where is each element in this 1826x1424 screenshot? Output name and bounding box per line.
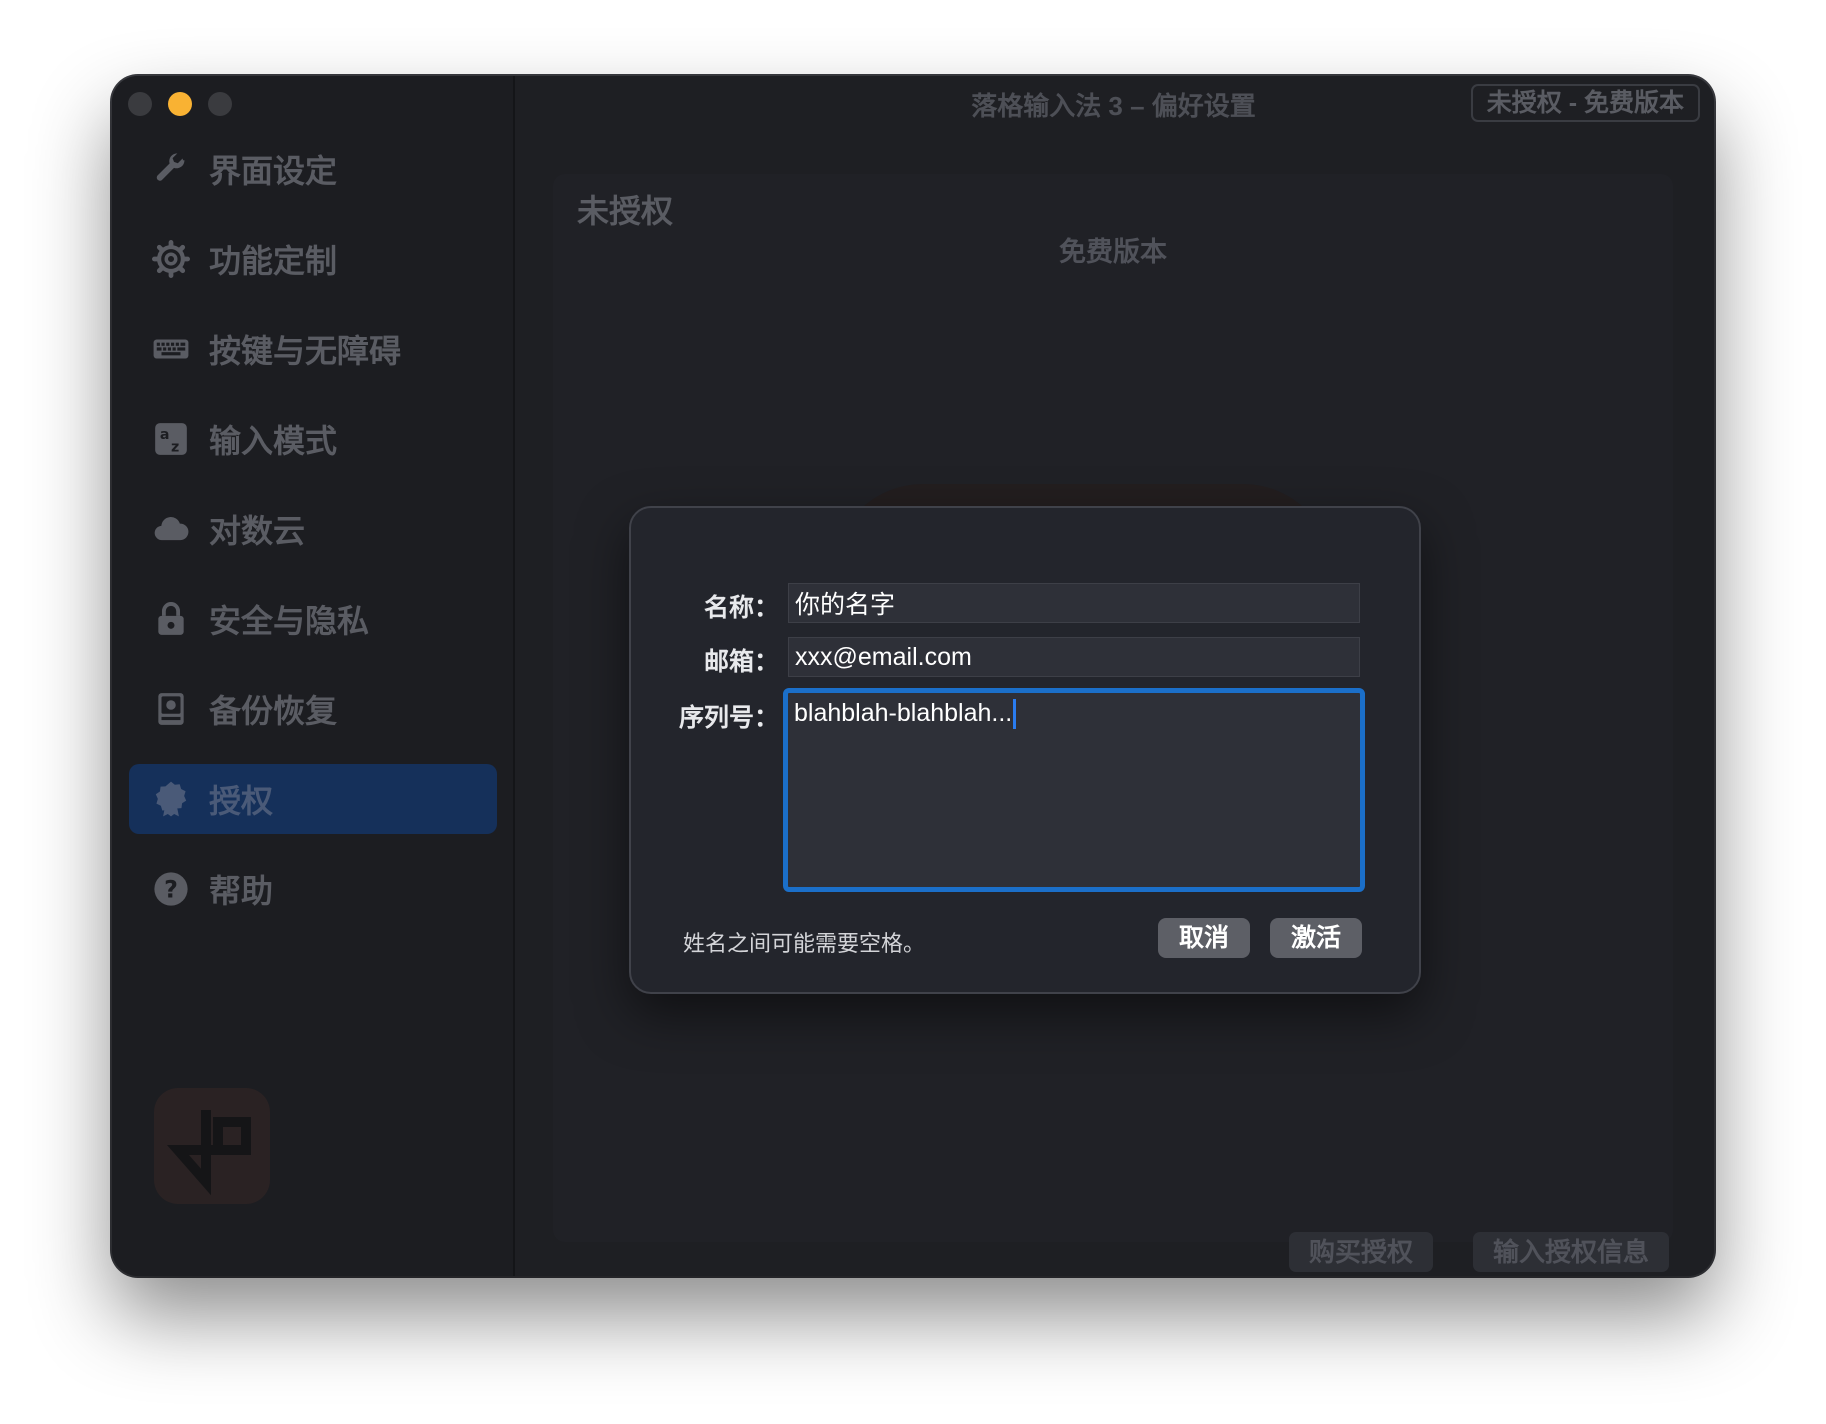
panel-title: 未授权 [577, 193, 674, 229]
sidebar-item-security-privacy[interactable]: 安全与隐私 [129, 584, 497, 654]
sidebar-item-label: 对数云 [209, 513, 306, 549]
email-field[interactable] [788, 637, 1360, 677]
lock-icon [151, 599, 191, 639]
backup-drive-icon [151, 689, 191, 729]
serial-number-field[interactable]: blahblah-blahblah... [783, 688, 1365, 892]
input-mode-icon: az [151, 419, 191, 459]
email-label: 邮箱： [703, 648, 779, 676]
activate-button[interactable]: 激活 [1270, 918, 1362, 958]
sidebar-nav: 界面设定 功能定制 按键与无障碍 az 输入模式 对数云 安全与隐私 备份恢复 … [129, 134, 497, 944]
sidebar-item-help[interactable]: ? 帮助 [129, 854, 497, 924]
panel-subtitle: 免费版本 [1059, 237, 1167, 267]
serial-label: 序列号： [678, 704, 779, 732]
minimize-window-button[interactable] [168, 92, 192, 116]
keyboard-icon [151, 329, 191, 369]
license-activation-dialog: 名称： 邮箱： 序列号： blahblah-blahblah... 姓名之间可能… [629, 506, 1421, 994]
serial-value: blahblah-blahblah... [794, 699, 1013, 727]
text-caret [1013, 699, 1017, 730]
name-field[interactable] [788, 583, 1360, 623]
sidebar-item-label: 功能定制 [209, 243, 338, 279]
cloud-icon [151, 509, 191, 549]
badge-seal-icon [151, 779, 191, 819]
sidebar-item-label: 按键与无障碍 [209, 333, 402, 369]
sidebar-item-interface[interactable]: 界面设定 [129, 134, 497, 204]
app-logo [154, 1088, 270, 1204]
name-label: 名称： [703, 594, 779, 622]
svg-text:z: z [171, 440, 179, 456]
app-logo-icon [166, 1110, 251, 1196]
svg-text:?: ? [164, 876, 178, 904]
preferences-window: 界面设定 功能定制 按键与无障碍 az 输入模式 对数云 安全与隐私 备份恢复 … [112, 76, 1714, 1276]
sidebar-item-cloud[interactable]: 对数云 [129, 494, 497, 564]
gear-icon [151, 239, 191, 279]
sidebar-item-label: 备份恢复 [209, 693, 338, 729]
sidebar-item-label: 安全与隐私 [209, 603, 370, 639]
cancel-button[interactable]: 取消 [1158, 918, 1250, 958]
sidebar-item-label: 授权 [209, 783, 274, 819]
sidebar-item-input-mode[interactable]: az 输入模式 [129, 404, 497, 474]
license-status-badge: 未授权 - 免费版本 [1470, 84, 1700, 122]
sidebar-item-backup[interactable]: 备份恢复 [129, 674, 497, 744]
sidebar-item-label: 界面设定 [209, 153, 338, 189]
sidebar-item-features[interactable]: 功能定制 [129, 224, 497, 294]
sidebar-item-label: 帮助 [209, 873, 274, 909]
enter-license-button[interactable]: 输入授权信息 [1473, 1232, 1669, 1272]
sidebar-item-license[interactable]: 授权 [129, 764, 497, 834]
name-hint-text: 姓名之间可能需要空格。 [683, 931, 926, 956]
buy-license-button[interactable]: 购买授权 [1289, 1232, 1433, 1272]
sidebar-item-keys-accessibility[interactable]: 按键与无障碍 [129, 314, 497, 384]
sidebar-item-label: 输入模式 [209, 423, 338, 459]
close-window-button[interactable] [128, 92, 152, 116]
wrench-icon [151, 149, 191, 189]
serial-text-line: blahblah-blahblah... [794, 699, 1017, 730]
svg-text:a: a [160, 427, 170, 443]
zoom-window-button[interactable] [208, 92, 232, 116]
help-circle-icon: ? [151, 869, 191, 909]
sidebar: 界面设定 功能定制 按键与无障碍 az 输入模式 对数云 安全与隐私 备份恢复 … [112, 76, 515, 1276]
